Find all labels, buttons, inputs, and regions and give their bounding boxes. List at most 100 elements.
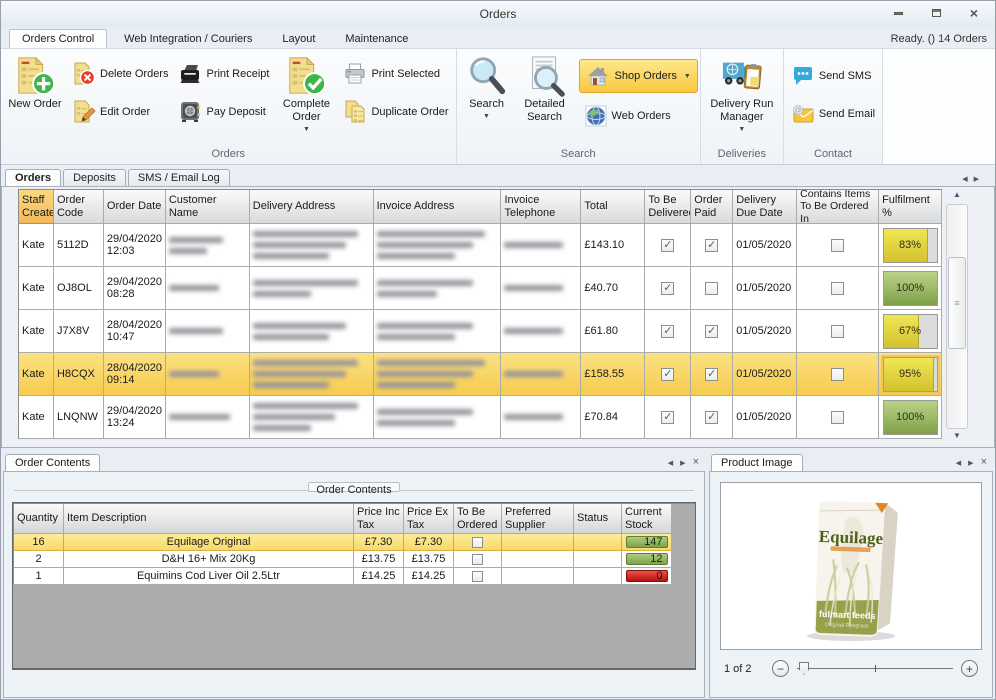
contains-items-checkbox[interactable] (831, 411, 844, 424)
to-be-ordered-checkbox[interactable] (472, 554, 483, 565)
column-header-delivery-due-date[interactable]: Delivery Due Date (733, 190, 797, 224)
shop-orders-dropdown-icon[interactable]: ▼ (684, 73, 691, 80)
column-header-to-be-ordered[interactable]: To Be Ordered (454, 504, 502, 534)
contains-items-checkbox[interactable] (831, 368, 844, 381)
column-header-price-ex-tax[interactable]: Price Ex Tax (404, 504, 454, 534)
complete-order-dropdown-icon[interactable]: ▼ (303, 126, 310, 133)
product-bag-image: Equilage fulmart feeds Original Ryegrass (789, 490, 914, 642)
panel-nav-right-icon[interactable]: ▶ (680, 459, 685, 467)
image-slider-thumb[interactable] (799, 662, 809, 675)
scrollbar-track[interactable]: ≡ (946, 204, 968, 429)
column-header-price-inc-tax[interactable]: Price Inc Tax (354, 504, 404, 534)
tab-order-contents[interactable]: Order Contents (5, 454, 100, 471)
search-button[interactable]: Search ▼ (459, 51, 515, 143)
column-header-invoice-address[interactable]: Invoice Address (374, 190, 502, 224)
column-header-staff-created[interactable]: Staff Created (19, 190, 54, 224)
edit-order-button[interactable]: Edit Order (67, 97, 173, 127)
print-receipt-button[interactable]: Print Receipt (173, 59, 274, 89)
new-order-button[interactable]: New Order (3, 51, 67, 143)
complete-order-button[interactable]: Complete Order ▼ (274, 51, 338, 143)
print-selected-label: Print Selected (371, 68, 439, 80)
minimize-button[interactable] (887, 5, 909, 21)
duplicate-order-button[interactable]: Duplicate Order (338, 97, 453, 127)
scroll-down-icon[interactable]: ▼ (953, 431, 961, 443)
column-header-status[interactable]: Status (574, 504, 622, 534)
order-paid-checkbox[interactable] (705, 282, 718, 295)
tab-orders[interactable]: Orders (5, 169, 61, 186)
zoom-in-button[interactable]: + (961, 660, 978, 677)
column-header-to-be-delivered[interactable]: To Be Delivered (645, 190, 691, 224)
panel-close-icon[interactable]: × (981, 457, 987, 468)
tab-web-integration[interactable]: Web Integration / Couriers (111, 29, 265, 48)
order-content-row[interactable]: 1 Equimins Cod Liver Oil 2.5Ltr £14.25 £… (14, 568, 695, 585)
order-paid-checkbox[interactable] (705, 239, 718, 252)
send-email-label: Send Email (819, 108, 875, 120)
order-paid-checkbox[interactable] (705, 411, 718, 424)
order-row[interactable]: Kate J7X8V 28/04/202010:47 £61.80 01/05/… (19, 310, 942, 353)
restore-icon (932, 9, 941, 17)
to-be-ordered-checkbox[interactable] (472, 537, 483, 548)
column-header-quantity[interactable]: Quantity (14, 504, 64, 534)
column-header-order-date[interactable]: Order Date (104, 190, 166, 224)
to-be-delivered-checkbox[interactable] (661, 411, 674, 424)
order-row[interactable]: Kate LNQNW 29/04/202013:24 £70.84 01/05/… (19, 396, 942, 439)
panel-nav-left-icon[interactable]: ◀ (668, 459, 673, 467)
column-header-preferred-supplier[interactable]: Preferred Supplier (502, 504, 574, 534)
panel-nav-right-icon[interactable]: ▶ (974, 176, 985, 183)
web-orders-button[interactable]: Web Orders (579, 101, 698, 131)
delete-orders-button[interactable]: Delete Orders (67, 59, 173, 89)
to-be-ordered-checkbox[interactable] (472, 571, 483, 582)
column-header-order-code[interactable]: Order Code (54, 190, 104, 224)
tab-maintenance[interactable]: Maintenance (332, 29, 421, 48)
delivery-run-dropdown-icon[interactable]: ▼ (738, 126, 745, 133)
column-header-invoice-telephone[interactable]: Invoice Telephone (501, 190, 581, 224)
document-check-icon (285, 55, 327, 97)
to-be-delivered-checkbox[interactable] (661, 325, 674, 338)
column-header-customer-name[interactable]: Customer Name (166, 190, 250, 224)
to-be-delivered-checkbox[interactable] (661, 282, 674, 295)
to-be-delivered-checkbox[interactable] (661, 368, 674, 381)
order-row[interactable]: Kate H8CQX 28/04/202009:14 £158.55 01/05… (19, 353, 942, 396)
print-selected-button[interactable]: Print Selected (338, 59, 453, 89)
image-slider-track[interactable] (797, 660, 953, 677)
shop-orders-button[interactable]: Shop Orders ▼ (579, 59, 698, 93)
column-header-delivery-address[interactable]: Delivery Address (250, 190, 374, 224)
panel-nav-left-icon[interactable]: ◀ (962, 176, 973, 183)
tab-layout[interactable]: Layout (269, 29, 328, 48)
contains-items-checkbox[interactable] (831, 239, 844, 252)
panel-close-icon[interactable]: × (693, 457, 699, 468)
scrollbar-thumb[interactable]: ≡ (948, 257, 966, 349)
order-paid-checkbox[interactable] (705, 368, 718, 381)
contains-items-checkbox[interactable] (831, 282, 844, 295)
tab-product-image[interactable]: Product Image (711, 454, 803, 471)
send-sms-button[interactable]: Send SMS (786, 61, 880, 91)
order-paid-checkbox[interactable] (705, 325, 718, 338)
order-row[interactable]: Kate OJ8OL 29/04/202008:28 £40.70 01/05/… (19, 267, 942, 310)
column-header-order-paid[interactable]: Order Paid (691, 190, 733, 224)
panel-nav-left-icon[interactable]: ◀ (956, 459, 961, 467)
tab-deposits[interactable]: Deposits (63, 169, 126, 186)
order-contents-groupbox-caption: Order Contents (308, 482, 399, 492)
contains-items-checkbox[interactable] (831, 325, 844, 338)
column-header-item-description[interactable]: Item Description (64, 504, 354, 534)
column-header-current-stock[interactable]: Current Stock (622, 504, 672, 534)
to-be-delivered-checkbox[interactable] (661, 239, 674, 252)
panel-nav-right-icon[interactable]: ▶ (968, 459, 973, 467)
order-row[interactable]: Kate 5112D 29/04/202012:03 £143.10 01/05… (19, 224, 942, 267)
delivery-run-manager-button[interactable]: Delivery Run Manager ▼ (703, 51, 781, 143)
scroll-up-icon[interactable]: ▲ (953, 190, 961, 202)
zoom-out-button[interactable]: − (772, 660, 789, 677)
search-dropdown-icon[interactable]: ▼ (483, 113, 490, 120)
detailed-search-button[interactable]: Detailed Search (515, 51, 575, 143)
restore-button[interactable] (925, 5, 947, 21)
send-email-button[interactable]: @ Send Email (786, 99, 880, 129)
order-content-row[interactable]: 16 Equilage Original £7.30 £7.30 147 (14, 534, 695, 551)
column-header-contains-items[interactable]: Contains Items To Be Ordered In (797, 190, 879, 224)
tab-orders-control[interactable]: Orders Control (9, 29, 107, 48)
tab-sms-email-log[interactable]: SMS / Email Log (128, 169, 230, 186)
pay-deposit-button[interactable]: Pay Deposit (173, 97, 274, 127)
column-header-fulfilment[interactable]: Fulfilment % (879, 190, 942, 224)
order-content-row[interactable]: 2 D&H 16+ Mix 20Kg £13.75 £13.75 12 (14, 551, 695, 568)
close-button[interactable]: × (963, 5, 985, 21)
column-header-total[interactable]: Total (581, 190, 645, 224)
